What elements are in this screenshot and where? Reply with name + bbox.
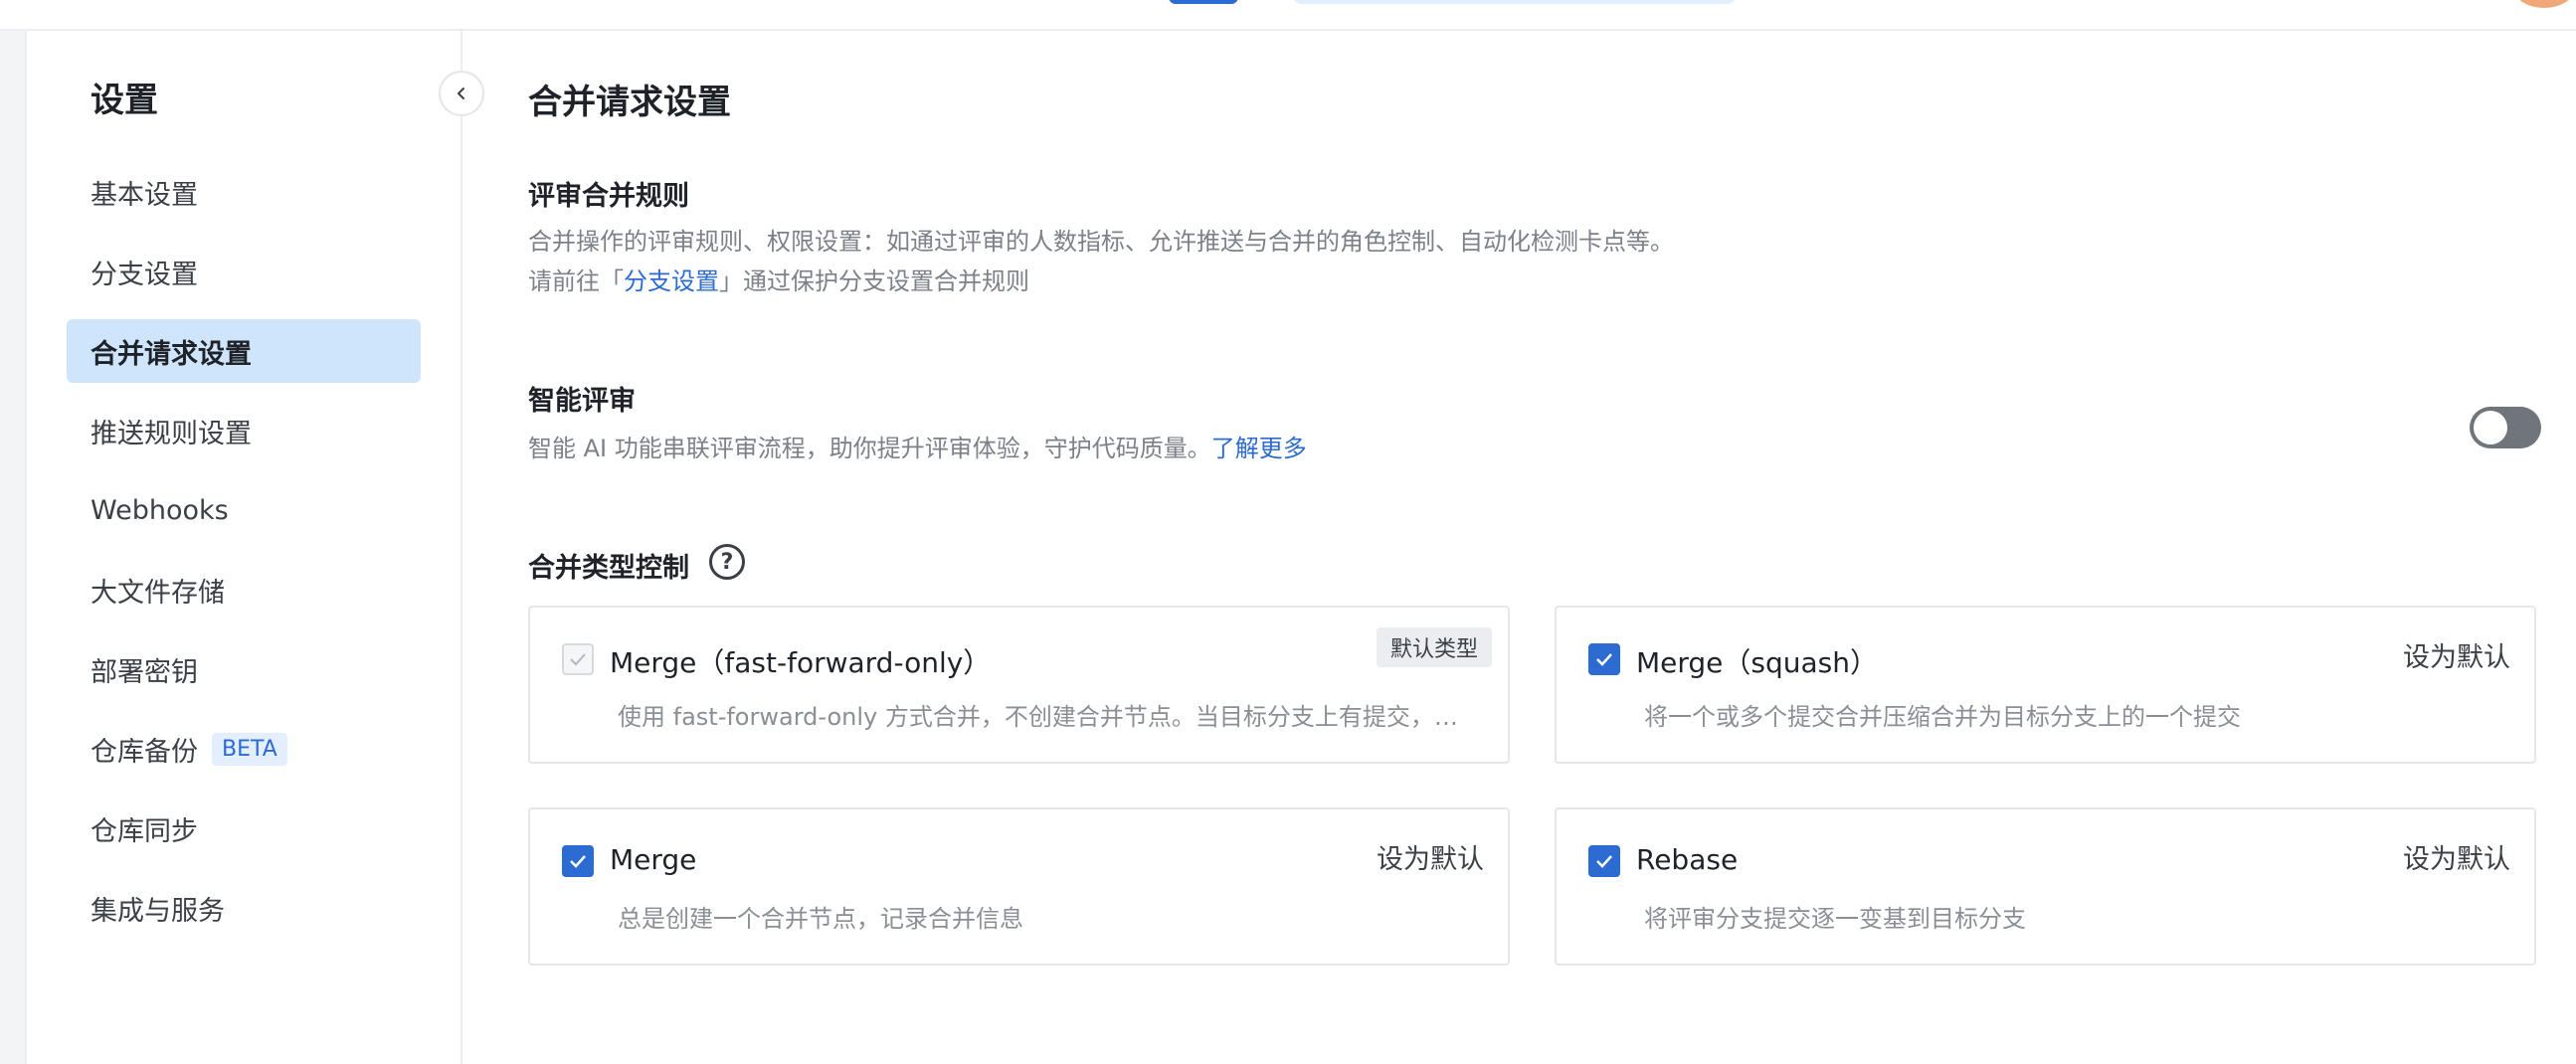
- sidebar-item-branch[interactable]: 分支设置: [67, 240, 421, 303]
- card-title: Rebase: [1636, 843, 1739, 876]
- settings-sidebar: 设置 基本设置 分支设置 合并请求设置 推送规则设置 Webhooks 大文件存…: [27, 31, 484, 1064]
- sidebar-item-sync[interactable]: 仓库同步: [67, 797, 421, 860]
- left-gutter: [0, 31, 27, 1064]
- merge-type-card-merge: Merge 总是创建一个合并节点，记录合并信息 设为默认: [528, 807, 1510, 966]
- goto-suffix: 」通过保护分支设置合并规则: [719, 267, 1029, 295]
- checkbox-ff: [562, 643, 594, 675]
- review-rules-goto: 请前往「分支设置」通过保护分支设置合并规则: [528, 262, 1029, 301]
- page-title: 合并请求设置: [528, 83, 731, 122]
- check-icon: [1596, 855, 1612, 868]
- sidebar-item-deploy-keys[interactable]: 部署密钥: [67, 637, 421, 701]
- card-title: Merge: [610, 843, 697, 876]
- sidebar-item-push-rules[interactable]: 推送规则设置: [67, 399, 421, 462]
- sidebar-item-lfs[interactable]: 大文件存储: [67, 558, 421, 621]
- merge-types-title: 合并类型控制: [528, 553, 689, 584]
- set-default-button[interactable]: 设为默认: [1377, 837, 1484, 876]
- check-icon: [1596, 653, 1612, 666]
- sidebar-item-label: 分支设置: [91, 259, 198, 290]
- branch-settings-link[interactable]: 分支设置: [624, 267, 719, 295]
- set-default-button[interactable]: 设为默认: [2403, 837, 2510, 876]
- sidebar-item-label: 大文件存储: [91, 577, 225, 609]
- smart-review-toggle[interactable]: [2470, 407, 2541, 448]
- main-content: 合并请求设置 评审合并规则 合并操作的评审规则、权限设置：如通过评审的人数指标、…: [464, 31, 2576, 1064]
- settings-nav: 基本设置 分支设置 合并请求设置 推送规则设置 Webhooks 大文件存储 部…: [67, 160, 421, 956]
- sidebar-item-backup[interactable]: 仓库备份 BETA: [67, 717, 421, 781]
- sidebar-item-label: 仓库同步: [91, 815, 198, 847]
- toggle-knob: [2474, 411, 2507, 444]
- checkbox-merge[interactable]: [562, 845, 594, 877]
- merge-type-card-ff: Merge（fast-forward-only） 使用 fast-forward…: [528, 606, 1510, 764]
- sidebar-item-label: 集成与服务: [91, 895, 225, 927]
- review-rules-desc: 合并操作的评审规则、权限设置：如通过评审的人数指标、允许推送与合并的角色控制、自…: [528, 228, 1674, 256]
- sidebar-item-label: 推送规则设置: [91, 418, 252, 449]
- sidebar-item-label: 部署密钥: [91, 656, 198, 688]
- card-title: Merge（fast-forward-only）: [610, 646, 992, 679]
- sidebar-item-label: 基本设置: [91, 179, 198, 211]
- sidebar-item-basic[interactable]: 基本设置: [67, 160, 421, 224]
- set-default-button[interactable]: 设为默认: [2403, 635, 2510, 674]
- sidebar-item-label: 合并请求设置: [91, 338, 252, 370]
- top-bar: [0, 0, 2576, 31]
- smart-review-desc-text: 智能 AI 功能串联评审流程，助你提升评审体验，守护代码质量。: [528, 435, 1211, 462]
- review-rules-title: 评审合并规则: [528, 181, 689, 212]
- merge-type-card-squash: Merge（squash） 将一个或多个提交合并压缩合并为目标分支上的一个提交 …: [1555, 606, 2536, 764]
- check-icon: [570, 855, 586, 868]
- sidebar-title: 设置: [91, 81, 158, 120]
- sidebar-item-integrations[interactable]: 集成与服务: [67, 876, 421, 940]
- sidebar-item-merge-request[interactable]: 合并请求设置: [67, 319, 421, 383]
- learn-more-link[interactable]: 了解更多: [1211, 435, 1307, 462]
- sidebar-item-webhooks[interactable]: Webhooks: [67, 478, 421, 542]
- checkbox-squash[interactable]: [1588, 643, 1620, 675]
- card-desc: 使用 fast-forward-only 方式合并，不创建合并节点。当目标分支上…: [618, 703, 1473, 731]
- top-search-input[interactable]: [1293, 0, 1736, 4]
- help-icon[interactable]: ?: [709, 544, 745, 580]
- merge-type-card-rebase: Rebase 将评审分支提交逐一变基到目标分支 设为默认: [1555, 807, 2536, 966]
- sidebar-item-label: 仓库备份: [91, 736, 198, 768]
- smart-review-title: 智能评审: [528, 386, 636, 417]
- card-desc: 将评审分支提交逐一变基到目标分支: [1644, 905, 2026, 933]
- checkbox-rebase[interactable]: [1588, 845, 1620, 877]
- smart-review-desc: 智能 AI 功能串联评审流程，助你提升评审体验，守护代码质量。了解更多: [528, 429, 1307, 468]
- top-nav-button[interactable]: [1169, 0, 1238, 4]
- card-title: Merge（squash）: [1636, 646, 1879, 679]
- beta-badge: BETA: [212, 732, 287, 766]
- sidebar-item-label: Webhooks: [91, 494, 229, 526]
- goto-prefix: 请前往「: [528, 267, 624, 295]
- check-icon: [570, 653, 586, 666]
- default-type-tag: 默认类型: [1376, 627, 1492, 667]
- card-desc: 将一个或多个提交合并压缩合并为目标分支上的一个提交: [1644, 703, 2241, 731]
- card-desc: 总是创建一个合并节点，记录合并信息: [618, 905, 1023, 933]
- avatar[interactable]: [2514, 0, 2574, 8]
